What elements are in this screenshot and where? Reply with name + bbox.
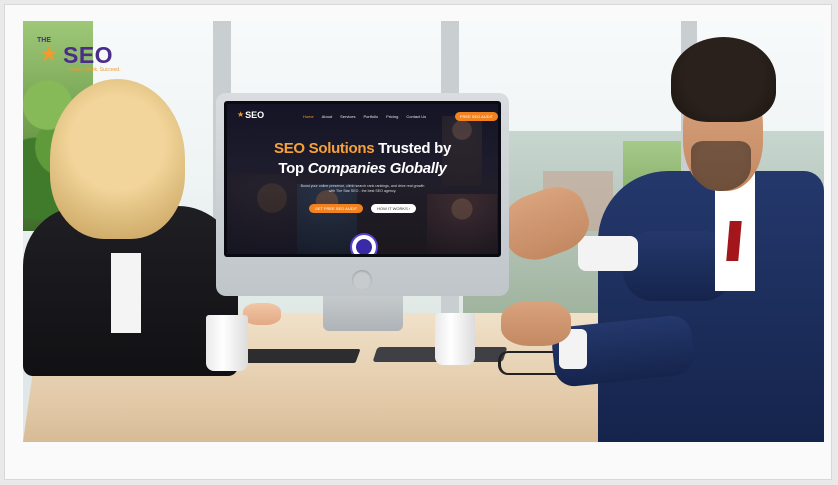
screen-cta-secondary[interactable]: HOW IT WORKS › <box>371 204 417 213</box>
monitor-bezel: ★ SEO Home About Services Portfolio Pric… <box>224 101 501 257</box>
screen-badge-inner <box>356 239 372 254</box>
man-cuff-upper <box>578 236 638 271</box>
screen-nav-about[interactable]: About <box>322 114 332 119</box>
woman-hand <box>243 303 281 325</box>
man-hand-lower <box>501 301 571 346</box>
star-icon: ★ <box>39 41 59 66</box>
screen-hero-white: Trusted by <box>378 140 451 157</box>
screen-hero-line1: SEO Solutions Trusted by <box>227 140 498 157</box>
brand-tagline: Never. Think. Succeed. <box>69 67 121 73</box>
man-hair <box>671 37 776 122</box>
screen-hero-line2: Top Companies Globally <box>227 160 498 177</box>
screen-hero-orange: SEO Solutions <box>273 140 375 157</box>
brand-logo[interactable]: THE ★ SEO Never. Think. Succeed. <box>35 37 130 77</box>
screen-badge <box>352 235 376 254</box>
screen-hero-subtext: Boost your online presence, climb search… <box>227 184 498 194</box>
man-suit <box>598 171 824 442</box>
screen-nav-pricing[interactable]: Pricing <box>386 114 398 119</box>
screen-nav-portfolio[interactable]: Portfolio <box>363 114 378 119</box>
woman-shirt <box>111 253 141 333</box>
monitor-stand <box>323 291 403 331</box>
screen-nav-home[interactable]: Home <box>303 114 314 119</box>
mug-center <box>435 313 475 365</box>
mug-left <box>206 315 248 371</box>
screen-hero-top: Top <box>278 160 304 177</box>
screen-star-icon: ★ <box>237 110 245 119</box>
chevron-right-icon: › <box>408 206 411 211</box>
screen-overlay <box>227 104 498 254</box>
woman-hair <box>50 79 185 239</box>
monitor: ★ SEO Home About Services Portfolio Pric… <box>216 93 509 296</box>
screen-audit-button[interactable]: FREE SEO AUDIT <box>455 112 498 121</box>
screen-logo-text: SEO <box>245 110 265 120</box>
screen-hero-italic: Companies Globally <box>307 160 447 177</box>
screen-cta-secondary-label: HOW IT WORKS <box>377 206 408 211</box>
man-beard <box>691 141 751 191</box>
screen-subtext-line2: with The Star SEO - the best SEO agency. <box>328 189 397 193</box>
brand-logo-name: SEO <box>63 42 114 68</box>
screen-logo[interactable]: ★ SEO <box>237 110 264 120</box>
website-screen: ★ SEO Home About Services Portfolio Pric… <box>227 104 498 254</box>
screen-nav: Home About Services Portfolio Pricing Co… <box>303 114 434 119</box>
office-photo: ★ SEO Home About Services Portfolio Pric… <box>23 21 824 442</box>
screen-cta-primary[interactable]: GET FREE SEO AUDIT <box>308 204 364 213</box>
monitor-logo-button <box>352 270 372 290</box>
screen-nav-services[interactable]: Services <box>340 114 355 119</box>
notebook <box>240 349 361 363</box>
image-frame: ★ SEO Home About Services Portfolio Pric… <box>4 4 832 480</box>
screen-cta-row: GET FREE SEO AUDIT HOW IT WORKS › <box>227 204 498 213</box>
screen-nav-contact[interactable]: Contact Us <box>406 114 426 119</box>
